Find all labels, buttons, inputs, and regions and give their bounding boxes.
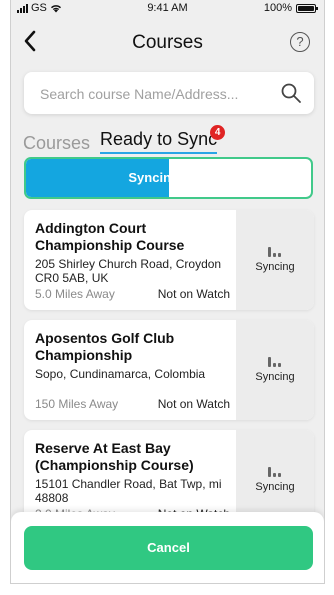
search-input[interactable] — [38, 72, 272, 116]
syncing-icon — [268, 357, 282, 367]
syncing-icon — [268, 247, 282, 257]
tab-ready-to-sync-label: Ready to Sync — [100, 129, 218, 149]
course-card[interactable]: Addington Court Championship Course 205 … — [24, 210, 314, 310]
sync-progress-label: Syncing 50% — [128, 170, 209, 185]
syncing-icon — [268, 467, 282, 477]
watch-status: Not on Watch — [157, 287, 230, 301]
status-bar: GS 9:41 AM 100% — [11, 0, 324, 16]
sync-status-panel: Syncing — [236, 320, 314, 420]
sync-count-badge: 4 — [210, 125, 226, 140]
header: Courses ? — [11, 24, 324, 62]
status-right: 100% — [263, 2, 318, 14]
tab-bar: Courses Ready to Sync 4 — [23, 125, 226, 154]
course-name: Addington Court Championship Course — [35, 220, 185, 253]
course-name: Reserve At East Bay (Championship Course… — [35, 440, 194, 473]
course-name: Aposentos Golf Club Championship — [35, 330, 175, 363]
course-distance: 5.0 Miles Away — [35, 287, 115, 301]
sync-progress-bar: Syncing 50% — [24, 157, 313, 199]
course-list: Addington Court Championship Course 205 … — [24, 210, 314, 540]
phone-frame: GS 9:41 AM 100% Courses ? Courses Ready … — [0, 0, 334, 595]
course-footer: 150 Miles Away Not on Watch — [35, 397, 230, 411]
search-bar — [24, 72, 314, 116]
sync-status-label: Syncing — [255, 261, 295, 273]
course-footer: 5.0 Miles Away Not on Watch — [35, 287, 230, 301]
course-distance: 150 Miles Away — [35, 397, 119, 411]
course-address: 15101 Chandler Road, Bat Twp, mi 48808 — [35, 477, 222, 505]
course-address: 205 Shirley Church Road, Croydon CR0 5AB… — [35, 257, 222, 285]
course-address: Sopo, Cundinamarca, Colombia — [35, 367, 206, 381]
app-screen: GS 9:41 AM 100% Courses ? Courses Ready … — [10, 0, 325, 584]
course-info: Aposentos Golf Club Championship Sopo, C… — [24, 320, 236, 420]
search-icon[interactable] — [280, 82, 302, 104]
cancel-button[interactable]: Cancel — [24, 526, 313, 570]
course-info: Addington Court Championship Course 205 … — [24, 210, 236, 310]
battery-icon — [296, 3, 318, 13]
sync-status-panel: Syncing — [236, 210, 314, 310]
sync-status-label: Syncing — [255, 371, 295, 383]
sync-status-label: Syncing — [255, 481, 295, 493]
course-card[interactable]: Aposentos Golf Club Championship Sopo, C… — [24, 320, 314, 420]
watch-status: Not on Watch — [157, 397, 230, 411]
tab-courses[interactable]: Courses — [23, 133, 90, 154]
help-button[interactable]: ? — [290, 32, 310, 52]
battery-percent: 100% — [263, 2, 292, 14]
page-title: Courses — [132, 32, 203, 53]
tab-ready-to-sync[interactable]: Ready to Sync 4 — [100, 125, 226, 154]
bottom-action-bar: Cancel — [11, 512, 324, 583]
